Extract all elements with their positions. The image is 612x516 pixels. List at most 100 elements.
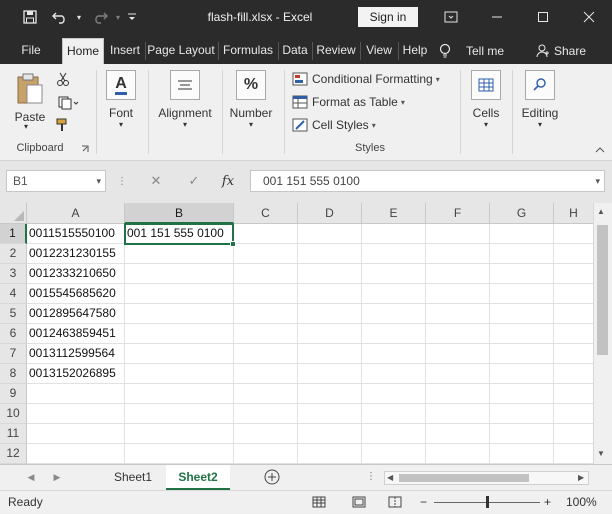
scroll-right-icon[interactable]: ▶ [578,472,584,484]
cell-d11[interactable] [298,424,362,444]
cell-g4[interactable] [490,284,554,304]
cell-f5[interactable] [426,304,490,324]
cell-c6[interactable] [234,324,298,344]
cell-e4[interactable] [362,284,426,304]
cell-e6[interactable] [362,324,426,344]
zoom-out-icon[interactable]: − [420,491,430,514]
cell-h7[interactable] [554,344,594,364]
column-header-g[interactable]: G [490,203,554,224]
cell-d10[interactable] [298,404,362,424]
row-header-6[interactable]: 6 [0,324,27,344]
cell-h1[interactable] [554,224,594,244]
cell-h10[interactable] [554,404,594,424]
tab-file[interactable]: File [14,38,48,64]
cell-a1[interactable]: 0011515550100 [27,224,125,244]
page-layout-view-icon[interactable] [352,491,370,514]
cell-f10[interactable] [426,404,490,424]
font-button[interactable]: A Font ▾ [100,68,142,132]
cell-h3[interactable] [554,264,594,284]
cell-g1[interactable] [490,224,554,244]
column-header-h[interactable]: H [554,203,594,224]
cell-a8[interactable]: 0013152026895 [27,364,125,384]
row-header-5[interactable]: 5 [0,304,27,324]
horizontal-scrollbar[interactable]: ◀ ▶ [384,471,589,485]
cell-d9[interactable] [298,384,362,404]
cell-g7[interactable] [490,344,554,364]
dialog-launcher-icon[interactable] [80,144,90,154]
scroll-up-icon[interactable]: ▲ [597,207,605,216]
tab-formulas[interactable]: Formulas [220,38,276,64]
conditional-formatting-button[interactable]: Conditional Formatting ▾ [292,69,440,89]
cell-g2[interactable] [490,244,554,264]
cell-e3[interactable] [362,264,426,284]
next-sheet-icon[interactable]: ▶ [50,465,64,490]
zoom-in-icon[interactable]: + [544,491,554,514]
cell-a12[interactable] [27,444,125,464]
cell-g12[interactable] [490,444,554,464]
close-icon[interactable] [566,0,612,34]
cell-d1[interactable] [298,224,362,244]
cell-g10[interactable] [490,404,554,424]
row-header-9[interactable]: 9 [0,384,27,404]
cell-f11[interactable] [426,424,490,444]
cell-a7[interactable]: 0013112599564 [27,344,125,364]
column-header-f[interactable]: F [426,203,490,224]
cell-f4[interactable] [426,284,490,304]
cell-c11[interactable] [234,424,298,444]
sign-in-button[interactable]: Sign in [358,7,418,27]
cell-e5[interactable] [362,304,426,324]
formula-input[interactable]: 001 151 555 0100 ▾ [250,170,605,192]
cell-h8[interactable] [554,364,594,384]
zoom-slider[interactable] [434,491,540,514]
enter-icon[interactable]: ✓ [182,170,206,192]
cell-a3[interactable]: 0012333210650 [27,264,125,284]
alignment-button[interactable]: Alignment ▾ [154,68,216,132]
select-all-corner[interactable] [0,203,27,224]
cell-d12[interactable] [298,444,362,464]
scroll-left-icon[interactable]: ◀ [387,472,393,484]
cell-c3[interactable] [234,264,298,284]
collapse-ribbon-icon[interactable] [594,144,606,156]
cell-h6[interactable] [554,324,594,344]
cell-a11[interactable] [27,424,125,444]
cell-e12[interactable] [362,444,426,464]
row-header-12[interactable]: 12 [0,444,27,464]
minimize-icon[interactable] [474,0,520,34]
cell-c10[interactable] [234,404,298,424]
cell-g5[interactable] [490,304,554,324]
tell-me-search[interactable]: Tell me [438,38,512,64]
cell-b12[interactable] [125,444,234,464]
tab-home[interactable]: Home [62,38,104,64]
cell-f8[interactable] [426,364,490,384]
tab-help[interactable]: Help [400,38,430,64]
cell-a6[interactable]: 0012463859451 [27,324,125,344]
new-sheet-icon[interactable] [260,465,284,490]
number-button[interactable]: % Number ▾ [226,68,276,132]
worksheet-grid[interactable]: ABCDEFGH 1 2 3 4 5 6 7 8 9 10 11 12 0011515550100 00… [0,203,612,464]
sheet-tab-sheet1[interactable]: Sheet1 [104,465,162,490]
column-header-a[interactable]: A [27,203,125,224]
cell-c1[interactable] [234,224,298,244]
sheet-tab-sheet2[interactable]: Sheet2 [166,465,230,490]
cell-b5[interactable] [125,304,234,324]
zoom-slider-thumb[interactable] [486,496,489,508]
cell-d3[interactable] [298,264,362,284]
row-header-11[interactable]: 11 [0,424,27,444]
prev-sheet-icon[interactable]: ◀ [24,465,38,490]
cell-f12[interactable] [426,444,490,464]
cell-f9[interactable] [426,384,490,404]
undo-icon[interactable] [48,0,72,34]
cell-g8[interactable] [490,364,554,384]
cell-b7[interactable] [125,344,234,364]
cell-f6[interactable] [426,324,490,344]
vertical-scrollbar[interactable]: ▲ ▼ [593,203,612,464]
tab-data[interactable]: Data [280,38,310,64]
restore-icon[interactable] [520,0,566,34]
scroll-down-icon[interactable]: ▼ [597,449,605,458]
redo-dropdown-icon[interactable]: ▾ [112,0,124,34]
cell-c2[interactable] [234,244,298,264]
column-header-b[interactable]: B [125,203,234,224]
row-header-4[interactable]: 4 [0,284,27,304]
format-painter-icon[interactable] [54,116,72,134]
cell-a10[interactable] [27,404,125,424]
